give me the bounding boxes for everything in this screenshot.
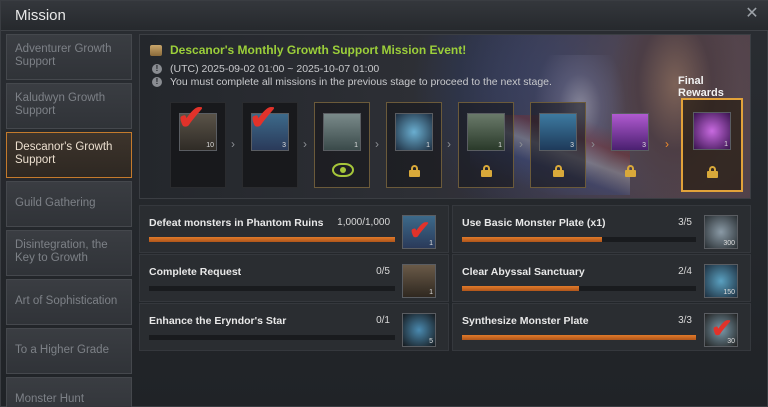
- arrow-icon: ›: [447, 137, 451, 151]
- mission-label: Complete Request: [149, 266, 242, 278]
- sidebar-item-label: Guild Gathering: [15, 197, 96, 209]
- mission-label: Synthesize Monster Plate: [462, 315, 589, 327]
- ore-icon[interactable]: 300: [704, 215, 738, 249]
- final-rewards-label: Final Rewards: [678, 75, 724, 99]
- sidebar-item-label: Descanor's Growth Support: [15, 141, 113, 166]
- mission-label: Defeat monsters in Phantom Ruins: [149, 217, 324, 229]
- progress-fill: [462, 335, 696, 340]
- mission-progress: 3/5: [678, 217, 692, 228]
- checkmark-icon: ✔: [249, 99, 278, 137]
- mission-row: Synthesize Monster Plate 3/3 ✔ 30: [452, 303, 751, 351]
- mission-list: Defeat monsters in Phantom Ruins 1,000/1…: [139, 205, 751, 353]
- chest-icon: 1: [323, 113, 361, 151]
- event-period-row: ! (UTC) 2025-09-02 01:00 ~ 2025-10-07 01…: [152, 63, 379, 75]
- stage-7[interactable]: 3: [602, 102, 658, 188]
- arrow-icon: ›: [665, 137, 669, 151]
- progress-fill: [462, 286, 579, 291]
- monster-plate-icon[interactable]: ✔ 1: [402, 215, 436, 249]
- sidebar-item-descanors-growth-support[interactable]: Descanor's Growth Support: [6, 132, 132, 178]
- scroll-icon: [150, 44, 162, 56]
- lock-icon: [625, 165, 636, 177]
- stage-4[interactable]: 1: [386, 102, 442, 188]
- title-bar: Mission ✕: [1, 1, 768, 31]
- event-period: (UTC) 2025-09-02 01:00 ~ 2025-10-07 01:0…: [170, 63, 380, 75]
- stage-final[interactable]: 1: [681, 98, 743, 192]
- mission-row: Enhance the Eryndor's Star 0/1 5: [139, 303, 449, 351]
- chest-icon: 1: [467, 113, 505, 151]
- arrow-icon: ›: [375, 137, 379, 151]
- sidebar-item-to-a-higher-grade[interactable]: To a Higher Grade: [6, 328, 132, 374]
- lock-icon: [553, 165, 564, 177]
- arrow-icon: ›: [231, 137, 235, 151]
- event-note-row: ! You must complete all missions in the …: [152, 76, 552, 88]
- mission-label: Use Basic Monster Plate (x1): [462, 217, 606, 229]
- sidebar-item-label: Disintegration, the Key to Growth: [15, 239, 108, 264]
- progress-bar: [149, 286, 395, 291]
- sidebar: Adventurer Growth Support Kaludwyn Growt…: [6, 34, 132, 407]
- arrow-icon: ›: [303, 137, 307, 151]
- stage-6[interactable]: 3: [530, 102, 586, 188]
- purple-crystal-icon: 1: [693, 112, 731, 150]
- window-title: Mission: [15, 7, 66, 24]
- progress-bar: [462, 237, 696, 242]
- mission-row: Complete Request 0/5 1: [139, 254, 449, 302]
- mission-window: Mission ✕ Adventurer Growth Support Kalu…: [0, 0, 768, 407]
- progress-bar: [149, 237, 395, 242]
- mission-row: Defeat monsters in Phantom Ruins 1,000/1…: [139, 205, 449, 253]
- lock-icon: [707, 166, 718, 178]
- eye-icon[interactable]: [332, 163, 354, 177]
- event-banner: Descanor's Monthly Growth Support Missio…: [139, 34, 751, 199]
- crystal-icon[interactable]: ✔ 30: [704, 313, 738, 347]
- chest-icon[interactable]: 1: [402, 264, 436, 298]
- event-title-row: Descanor's Monthly Growth Support Missio…: [150, 43, 466, 57]
- mission-label: Enhance the Eryndor's Star: [149, 315, 287, 327]
- stage-2[interactable]: 3 ✔: [242, 99, 298, 188]
- mission-progress: 3/3: [678, 315, 692, 326]
- info-icon: !: [152, 77, 162, 87]
- sidebar-item-label: Adventurer Growth Support: [15, 43, 112, 68]
- event-title: Descanor's Monthly Growth Support Missio…: [170, 43, 467, 57]
- progress-fill: [462, 237, 603, 242]
- crystal-icon[interactable]: 150: [704, 264, 738, 298]
- mission-row: Clear Abyssal Sanctuary 2/4 150: [452, 254, 751, 302]
- mission-progress: 0/1: [376, 315, 390, 326]
- sidebar-item-adventurer-growth-support[interactable]: Adventurer Growth Support: [6, 34, 132, 80]
- orb-icon[interactable]: 5: [402, 313, 436, 347]
- sidebar-item-art-of-sophistication[interactable]: Art of Sophistication: [6, 279, 132, 325]
- sidebar-item-label: Kaludwyn Growth Support: [15, 92, 106, 117]
- checkmark-icon: ✔: [177, 99, 206, 137]
- purple-chest-icon: 3: [611, 113, 649, 151]
- progress-bar: [462, 335, 696, 340]
- monster-plate-icon: 3: [539, 113, 577, 151]
- stage-5[interactable]: 1: [458, 102, 514, 188]
- crystal-icon: 1: [395, 113, 433, 151]
- arrow-icon: ›: [519, 137, 523, 151]
- lock-icon: [481, 165, 492, 177]
- sidebar-item-label: Art of Sophistication: [15, 295, 118, 307]
- sidebar-item-label: To a Higher Grade: [15, 344, 109, 356]
- sidebar-item-disintegration[interactable]: Disintegration, the Key to Growth: [6, 230, 132, 276]
- sidebar-item-label: Monster Hunt: [15, 393, 85, 405]
- progress-bar: [462, 286, 696, 291]
- arrow-icon: ›: [591, 137, 595, 151]
- checkmark-icon: ✔: [409, 215, 431, 245]
- mission-row: Use Basic Monster Plate (x1) 3/5 300: [452, 205, 751, 253]
- mission-progress: 2/4: [678, 266, 692, 277]
- stage-1[interactable]: 10 ✔: [170, 99, 226, 188]
- mission-progress: 0/5: [376, 266, 390, 277]
- info-icon: !: [152, 64, 162, 74]
- progress-fill: [149, 237, 395, 242]
- close-icon[interactable]: ✕: [741, 3, 763, 25]
- sidebar-item-monster-hunt[interactable]: Monster Hunt: [6, 377, 132, 407]
- lock-icon: [409, 165, 420, 177]
- stage-3[interactable]: 1: [314, 102, 370, 188]
- mission-progress: 1,000/1,000: [337, 217, 390, 228]
- sidebar-item-guild-gathering[interactable]: Guild Gathering: [6, 181, 132, 227]
- mission-label: Clear Abyssal Sanctuary: [462, 266, 585, 278]
- progress-bar: [149, 335, 395, 340]
- sidebar-item-kaludwyn-growth-support[interactable]: Kaludwyn Growth Support: [6, 83, 132, 129]
- event-note: You must complete all missions in the pr…: [170, 76, 552, 88]
